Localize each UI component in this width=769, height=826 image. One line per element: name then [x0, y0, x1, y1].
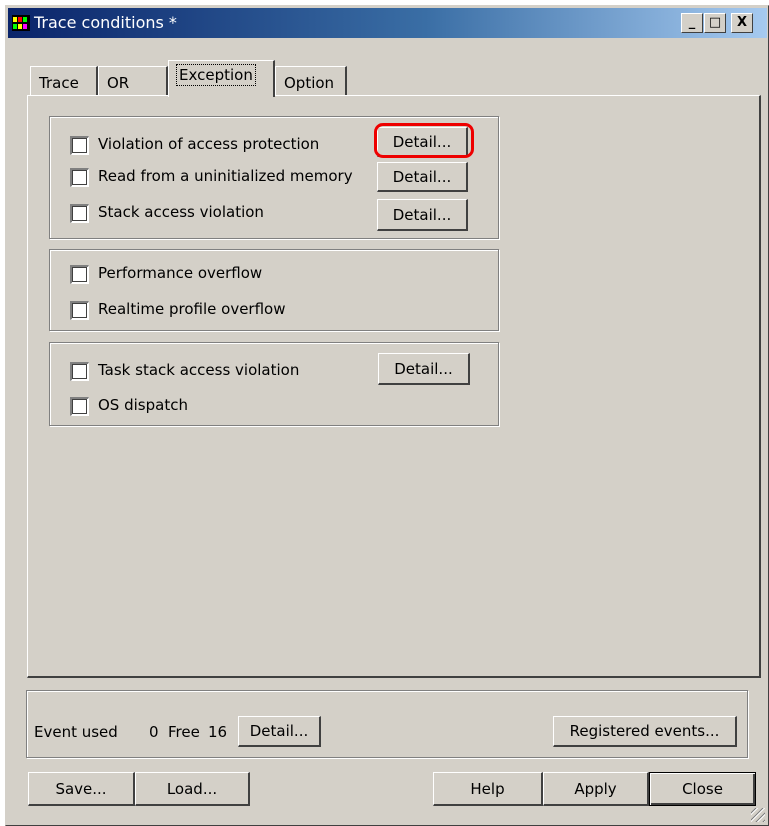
- stack-access-checkbox[interactable]: [70, 204, 89, 223]
- task-stack-checkbox[interactable]: [70, 362, 89, 381]
- title-bar[interactable]: Trace conditions * _ □ X: [8, 8, 767, 38]
- access-protection-checkbox[interactable]: [70, 136, 89, 155]
- event-free-label: Free: [168, 723, 200, 741]
- event-detail-button[interactable]: Detail...: [238, 716, 321, 747]
- app-icon: [12, 15, 30, 31]
- tab-trace[interactable]: Trace: [30, 66, 98, 96]
- task-stack-label: Task stack access violation: [98, 361, 300, 379]
- tab-or-label: OR: [107, 74, 130, 92]
- apply-button[interactable]: Apply: [543, 772, 649, 806]
- close-button[interactable]: Close: [649, 772, 756, 806]
- registered-events-button[interactable]: Registered events...: [553, 716, 737, 747]
- tab-exception[interactable]: Exception: [168, 60, 275, 97]
- resize-grip[interactable]: [751, 808, 765, 822]
- os-dispatch-label: OS dispatch: [98, 396, 188, 414]
- uninitialized-memory-label: Read from a uninitialized memory: [98, 167, 353, 185]
- performance-overflow-checkbox[interactable]: [70, 265, 89, 284]
- minimize-button[interactable]: _: [681, 13, 703, 33]
- help-button[interactable]: Help: [433, 772, 543, 806]
- realtime-profile-overflow-label: Realtime profile overflow: [98, 300, 286, 318]
- tab-trace-label: Trace: [39, 74, 79, 92]
- tab-option[interactable]: Option: [275, 66, 347, 96]
- uninitialized-memory-detail-button[interactable]: Detail...: [377, 162, 468, 192]
- tab-exception-label: Exception: [176, 64, 256, 86]
- event-free-value: 16: [208, 723, 228, 741]
- load-button[interactable]: Load...: [135, 772, 250, 806]
- access-protection-label: Violation of access protection: [98, 135, 320, 153]
- tab-or[interactable]: OR: [98, 66, 168, 96]
- stack-access-detail-button[interactable]: Detail...: [377, 199, 468, 231]
- task-stack-detail-button[interactable]: Detail...: [378, 353, 470, 385]
- uninitialized-memory-checkbox[interactable]: [70, 168, 89, 187]
- profile-group: [49, 249, 499, 331]
- event-used-value: 0: [149, 723, 159, 741]
- close-window-button[interactable]: X: [731, 13, 753, 33]
- stack-access-label: Stack access violation: [98, 203, 264, 221]
- os-dispatch-checkbox[interactable]: [70, 397, 89, 416]
- save-button[interactable]: Save...: [28, 772, 135, 806]
- window-title: Trace conditions *: [34, 13, 177, 32]
- maximize-button[interactable]: □: [704, 13, 726, 33]
- tab-option-label: Option: [284, 74, 335, 92]
- highlight-annotation: [374, 123, 474, 158]
- performance-overflow-label: Performance overflow: [98, 264, 263, 282]
- event-used-label: Event used: [34, 723, 118, 741]
- realtime-profile-overflow-checkbox[interactable]: [70, 301, 89, 320]
